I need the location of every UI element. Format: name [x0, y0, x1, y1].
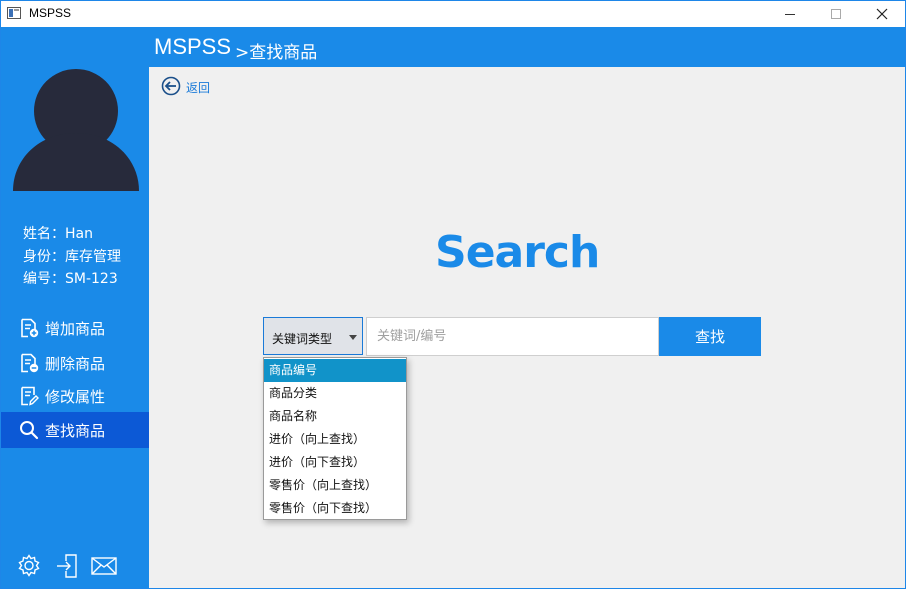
back-arrow-icon — [161, 76, 181, 96]
close-button[interactable] — [859, 1, 905, 27]
keyword-type-dropdown: 商品编号 商品分类 商品名称 进价（向上查找） 进价（向下查找） 零售价（向上查… — [263, 357, 407, 520]
nav-label: 增加商品 — [45, 320, 106, 338]
keyword-type-select[interactable]: 关键词类型 — [263, 317, 363, 355]
dropdown-option[interactable]: 进价（向上查找） — [264, 428, 406, 451]
brand-title: MSPSS — [154, 34, 232, 59]
dropdown-option[interactable]: 进价（向下查找） — [264, 451, 406, 474]
dropdown-option[interactable]: 商品编号 — [264, 359, 406, 382]
nav-item-add-product[interactable]: 增加商品 — [1, 310, 149, 346]
header-bar: MSPSS >查找商品 — [1, 27, 905, 67]
search-title: Search — [435, 227, 600, 278]
nav-item-delete-product[interactable]: 删除商品 — [1, 345, 149, 381]
window-title: MSPSS — [29, 6, 72, 20]
gear-icon[interactable] — [15, 553, 43, 579]
user-role: 身份：库存管理 — [23, 249, 121, 265]
maximize-button[interactable] — [813, 1, 859, 27]
nav-label: 修改属性 — [45, 388, 106, 406]
remove-document-icon — [21, 353, 39, 373]
dropdown-option[interactable]: 商品分类 — [264, 382, 406, 405]
add-document-icon — [21, 318, 39, 338]
dropdown-option[interactable]: 零售价（向上查找） — [264, 474, 406, 497]
nav-label: 删除商品 — [45, 355, 106, 373]
nav-label: 查找商品 — [45, 422, 106, 440]
user-name: 姓名：Han — [23, 226, 93, 242]
search-icon — [20, 421, 39, 440]
mail-icon[interactable] — [90, 553, 118, 579]
logout-icon[interactable] — [54, 553, 82, 579]
dropdown-option[interactable]: 商品名称 — [264, 405, 406, 428]
nav-item-edit-attributes[interactable]: 修改属性 — [1, 378, 149, 414]
user-id: 编号：SM-123 — [23, 271, 118, 287]
chevron-down-icon — [349, 335, 357, 340]
title-bar[interactable]: MSPSS — [1, 1, 905, 27]
app-window: MSPSS MSPSS >查找商品 姓名：Han 身份：库存管理 编号：SM-1… — [0, 0, 906, 589]
keyword-type-label: 关键词类型 — [272, 332, 333, 346]
minimize-button[interactable] — [767, 1, 813, 27]
sidebar: 姓名：Han 身份：库存管理 编号：SM-123 增加商品 删除商品 修改属性 … — [1, 67, 149, 588]
nav-item-find-product[interactable]: 查找商品 — [1, 412, 149, 448]
maximize-icon — [831, 9, 841, 19]
minimize-icon — [785, 14, 795, 15]
back-label: 返回 — [186, 81, 211, 95]
app-icon — [7, 7, 21, 19]
edit-document-icon — [21, 386, 39, 406]
keyword-input[interactable] — [366, 317, 659, 356]
breadcrumb: >查找商品 — [235, 43, 318, 63]
avatar-icon — [13, 69, 139, 191]
search-button[interactable]: 查找 — [659, 317, 761, 356]
dropdown-option[interactable]: 零售价（向下查找） — [264, 497, 406, 520]
close-icon — [876, 8, 888, 20]
